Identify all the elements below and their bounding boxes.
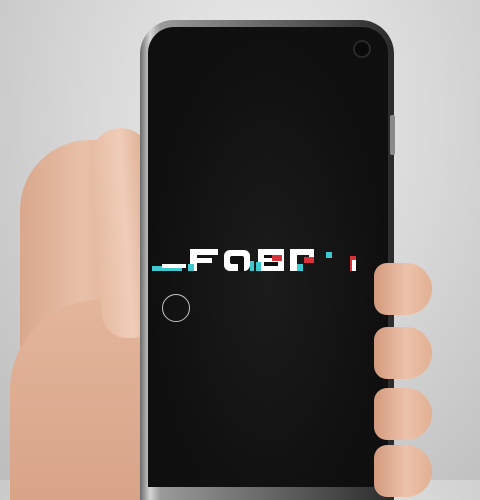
logo-trailing-mark (326, 252, 356, 271)
logo-letter-f (188, 249, 218, 271)
logo-letter-b (256, 249, 284, 271)
phone-side-button (390, 115, 395, 155)
finger-4 (374, 445, 432, 497)
touch-circle-icon (162, 294, 190, 322)
photo-scene (0, 0, 480, 500)
finger-1 (374, 263, 432, 315)
logo-letter-a (224, 250, 254, 271)
finger-2 (374, 327, 432, 379)
camera-icon (353, 40, 371, 58)
logo-underscore-white (162, 264, 186, 268)
fabr-logo (152, 249, 356, 271)
finger-3 (374, 388, 432, 440)
logo-letter-r (290, 249, 314, 271)
